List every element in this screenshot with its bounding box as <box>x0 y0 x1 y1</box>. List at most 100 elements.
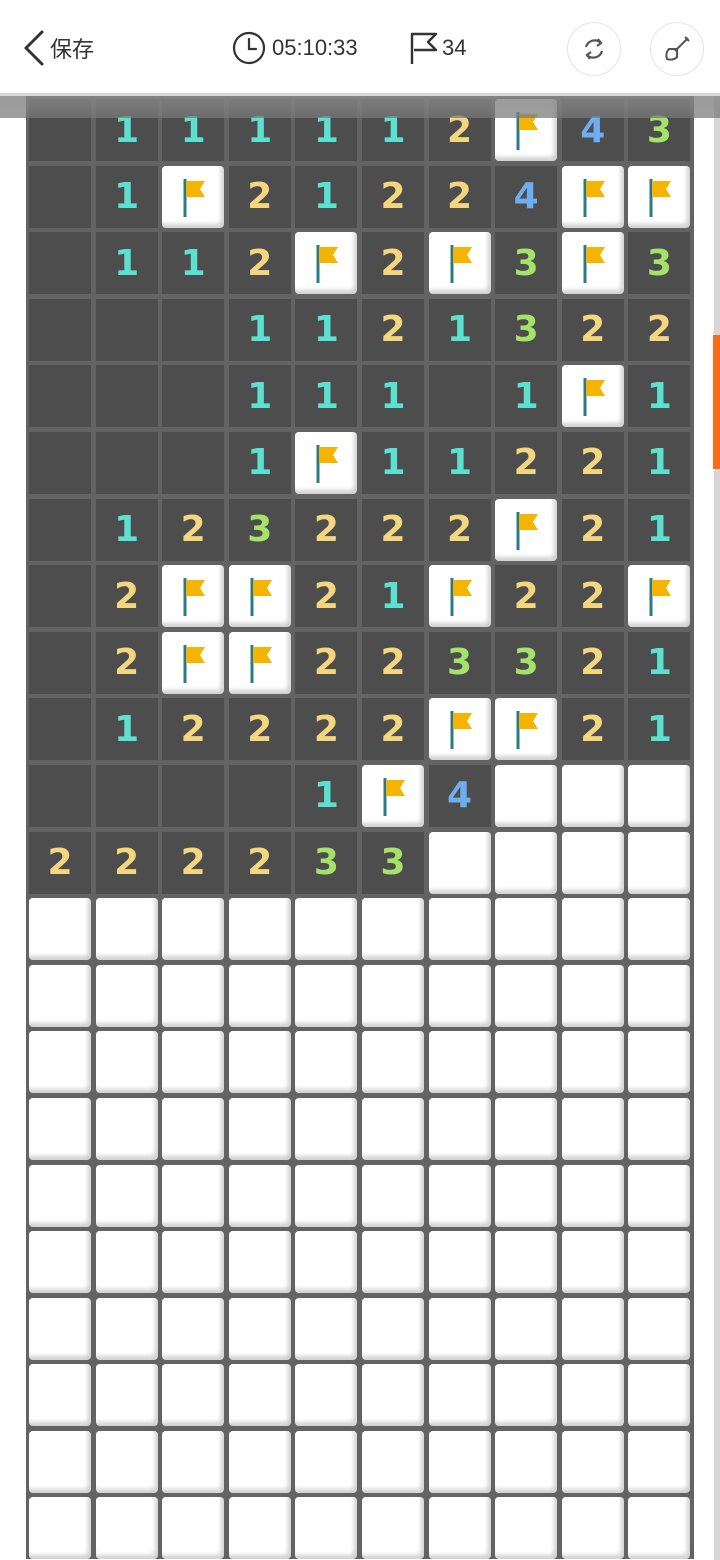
hidden-cell[interactable] <box>561 1430 624 1493</box>
empty-cell[interactable] <box>29 698 91 761</box>
hidden-cell[interactable] <box>228 1164 291 1227</box>
hidden-cell[interactable] <box>495 1231 558 1294</box>
hidden-cell[interactable] <box>361 1364 424 1427</box>
number-cell[interactable]: 2 <box>228 165 291 228</box>
number-cell[interactable]: 1 <box>295 165 358 228</box>
empty-cell[interactable] <box>95 365 158 428</box>
number-cell[interactable]: 2 <box>561 698 624 761</box>
hidden-cell[interactable] <box>228 898 291 961</box>
hidden-cell[interactable] <box>628 1497 691 1560</box>
number-cell[interactable]: 1 <box>95 232 158 295</box>
hidden-cell[interactable] <box>495 1430 558 1493</box>
number-cell[interactable]: 2 <box>95 831 158 894</box>
hidden-cell[interactable] <box>561 1497 624 1560</box>
hidden-cell[interactable] <box>228 1430 291 1493</box>
hidden-cell[interactable] <box>95 1164 158 1227</box>
hidden-cell[interactable] <box>628 1164 691 1227</box>
number-cell[interactable]: 1 <box>628 498 691 561</box>
hidden-cell[interactable] <box>29 1164 91 1227</box>
hidden-cell[interactable] <box>29 1031 91 1094</box>
number-cell[interactable]: 2 <box>561 431 624 494</box>
flagged-cell[interactable] <box>561 165 624 228</box>
number-cell[interactable]: 1 <box>228 365 291 428</box>
hidden-cell[interactable] <box>495 1297 558 1360</box>
number-cell[interactable]: 2 <box>95 565 158 628</box>
empty-cell[interactable] <box>29 565 91 628</box>
hidden-cell[interactable] <box>29 1297 91 1360</box>
number-cell[interactable]: 2 <box>361 631 424 694</box>
hidden-cell[interactable] <box>428 1497 491 1560</box>
flagged-cell[interactable] <box>628 565 691 628</box>
hidden-cell[interactable] <box>162 1231 225 1294</box>
hidden-cell[interactable] <box>561 1031 624 1094</box>
number-cell[interactable]: 1 <box>361 365 424 428</box>
empty-cell[interactable] <box>29 298 91 361</box>
hidden-cell[interactable] <box>29 1364 91 1427</box>
hidden-cell[interactable] <box>295 898 358 961</box>
flagged-cell[interactable] <box>361 764 424 827</box>
number-cell[interactable]: 1 <box>95 498 158 561</box>
hidden-cell[interactable] <box>495 1031 558 1094</box>
hidden-cell[interactable] <box>95 1231 158 1294</box>
number-cell[interactable]: 1 <box>95 698 158 761</box>
empty-cell[interactable] <box>162 298 225 361</box>
empty-cell[interactable] <box>29 498 91 561</box>
hidden-cell[interactable] <box>361 1497 424 1560</box>
number-cell[interactable]: 1 <box>628 431 691 494</box>
number-cell[interactable]: 2 <box>228 232 291 295</box>
flagged-cell[interactable] <box>162 165 225 228</box>
hidden-cell[interactable] <box>361 1164 424 1227</box>
hidden-cell[interactable] <box>361 1031 424 1094</box>
hidden-cell[interactable] <box>295 1364 358 1427</box>
hidden-cell[interactable] <box>361 898 424 961</box>
empty-cell[interactable] <box>228 764 291 827</box>
number-cell[interactable]: 2 <box>162 498 225 561</box>
empty-cell[interactable] <box>95 298 158 361</box>
hidden-cell[interactable] <box>628 1430 691 1493</box>
empty-cell[interactable] <box>162 365 225 428</box>
number-cell[interactable]: 1 <box>95 165 158 228</box>
number-cell[interactable]: 3 <box>495 232 558 295</box>
number-cell[interactable]: 2 <box>628 298 691 361</box>
flagged-cell[interactable] <box>162 565 225 628</box>
hidden-cell[interactable] <box>428 1430 491 1493</box>
hidden-cell[interactable] <box>162 1164 225 1227</box>
hidden-cell[interactable] <box>228 1031 291 1094</box>
hidden-cell[interactable] <box>95 1031 158 1094</box>
hidden-cell[interactable] <box>561 1164 624 1227</box>
hidden-cell[interactable] <box>29 1497 91 1560</box>
flagged-cell[interactable] <box>295 431 358 494</box>
hidden-cell[interactable] <box>428 1231 491 1294</box>
hidden-cell[interactable] <box>561 831 624 894</box>
hidden-cell[interactable] <box>428 1031 491 1094</box>
number-cell[interactable]: 2 <box>428 165 491 228</box>
number-cell[interactable]: 2 <box>561 498 624 561</box>
number-cell[interactable]: 2 <box>561 298 624 361</box>
hidden-cell[interactable] <box>95 1364 158 1427</box>
flagged-cell[interactable] <box>228 631 291 694</box>
hidden-cell[interactable] <box>495 898 558 961</box>
hidden-cell[interactable] <box>228 1097 291 1160</box>
number-cell[interactable]: 2 <box>361 498 424 561</box>
flagged-cell[interactable] <box>628 165 691 228</box>
hidden-cell[interactable] <box>162 898 225 961</box>
hidden-cell[interactable] <box>228 1364 291 1427</box>
empty-cell[interactable] <box>95 431 158 494</box>
number-cell[interactable]: 2 <box>295 498 358 561</box>
number-cell[interactable]: 2 <box>495 431 558 494</box>
hidden-cell[interactable] <box>561 964 624 1027</box>
hidden-cell[interactable] <box>162 1031 225 1094</box>
number-cell[interactable]: 2 <box>361 298 424 361</box>
hidden-cell[interactable] <box>628 1297 691 1360</box>
number-cell[interactable]: 2 <box>228 698 291 761</box>
hidden-cell[interactable] <box>628 1364 691 1427</box>
empty-cell[interactable] <box>162 764 225 827</box>
number-cell[interactable]: 1 <box>628 365 691 428</box>
number-cell[interactable]: 3 <box>628 232 691 295</box>
hidden-cell[interactable] <box>428 964 491 1027</box>
hidden-cell[interactable] <box>428 1097 491 1160</box>
hidden-cell[interactable] <box>295 1031 358 1094</box>
hidden-cell[interactable] <box>162 964 225 1027</box>
number-cell[interactable]: 3 <box>495 631 558 694</box>
number-cell[interactable]: 2 <box>495 565 558 628</box>
